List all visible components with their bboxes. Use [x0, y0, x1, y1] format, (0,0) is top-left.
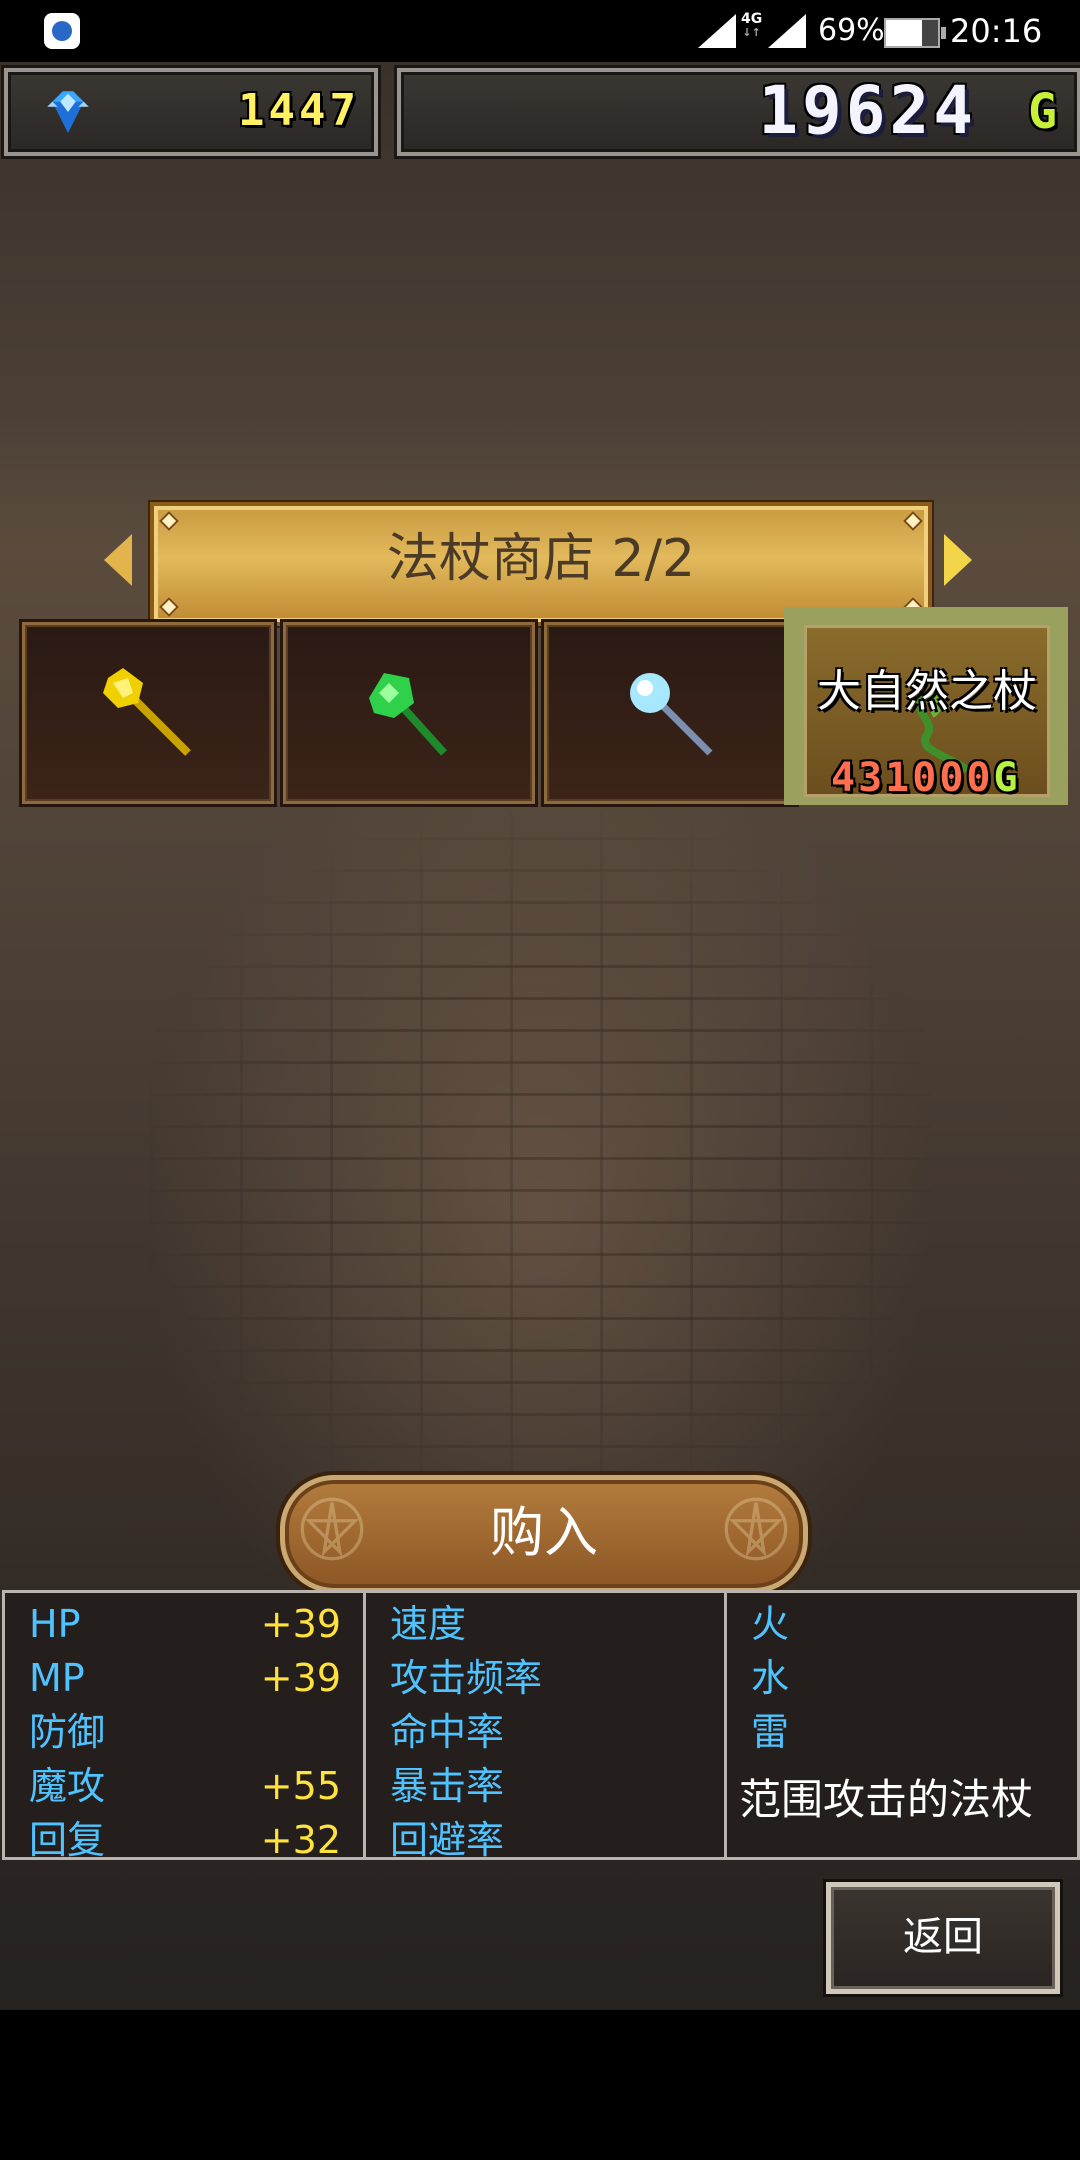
stat-row: MP +39: [29, 1651, 341, 1705]
stat-name: MP: [29, 1656, 85, 1700]
crystal-staff-icon: [630, 673, 713, 756]
battery-percent: 69%: [818, 13, 885, 48]
stat-row: 命中率: [390, 1705, 702, 1759]
stat-name: 命中率: [390, 1710, 505, 1754]
stat-row: 回避率: [390, 1813, 702, 1867]
brick-wall-background: [150, 812, 930, 1512]
stat-name: 速度: [390, 1602, 467, 1646]
stat-row: 攻击频率: [390, 1651, 702, 1705]
back-button-label: 返回: [903, 1914, 983, 1960]
stats-column-element: 范围攻击的法杖 火水雷: [727, 1593, 1077, 1857]
gem-count: 1447: [238, 85, 360, 136]
stats-column-combat: 速度攻击频率命中率暴击率回避率: [366, 1593, 727, 1862]
stat-value: +39: [260, 1602, 341, 1646]
next-page-arrow-icon[interactable]: [944, 534, 972, 586]
golden-staff-icon: [103, 668, 191, 756]
stat-row: 魔攻 +55: [29, 1759, 341, 1813]
stat-name: 雷: [751, 1710, 790, 1754]
stat-name: 回复: [29, 1818, 106, 1862]
selected-item-price: 431000G: [831, 755, 1021, 801]
stat-value: +39: [260, 1656, 341, 1700]
bottom-bar: [0, 2010, 1080, 2160]
prev-page-arrow-icon[interactable]: [104, 534, 132, 586]
gold-unit: G: [1028, 84, 1057, 140]
selected-item-name: 大自然之杖: [817, 666, 1037, 717]
item-slot-crystal-staff[interactable]: [544, 622, 796, 804]
stat-name: 火: [751, 1602, 790, 1646]
gold-count: 19624: [758, 72, 977, 149]
selected-slot-frame: 大自然之杖 431000G: [804, 625, 1050, 801]
stat-row: 火: [751, 1597, 1055, 1651]
stat-value: +32: [260, 1818, 341, 1862]
gem-counter-panel: 1447: [4, 68, 378, 156]
stat-name: 暴击率: [390, 1764, 505, 1808]
item-slot-emerald-staff[interactable]: [283, 622, 535, 804]
shop-title: 法杖商店 2/2: [386, 529, 696, 589]
stat-row: 防御: [29, 1705, 341, 1759]
stat-row: 回复 +32: [29, 1813, 341, 1867]
stat-row: 雷: [751, 1705, 1055, 1759]
game-screen: 1447 19624 G 法杖商店 2/2 大自然之杖 431000G 购入 H…: [0, 62, 1080, 2010]
gold-counter-panel: 19624 G: [397, 68, 1080, 156]
item-slot-golden-staff[interactable]: [22, 622, 274, 804]
stat-row: HP +39: [29, 1597, 341, 1651]
stat-name: HP: [29, 1602, 81, 1646]
stat-name: 回避率: [390, 1818, 505, 1862]
diamond-icon: [47, 91, 89, 133]
rivet-icon: [159, 597, 179, 617]
stat-value: +55: [260, 1764, 341, 1808]
cell-signal-2-icon: [768, 14, 806, 48]
back-button[interactable]: 返回: [826, 1882, 1060, 1994]
item-slot-nature-staff-selected[interactable]: 大自然之杖 431000G: [784, 607, 1068, 805]
app-notification-icon: [44, 13, 80, 49]
buy-button-label: 购入: [490, 1501, 598, 1564]
clock: 20:16: [950, 12, 1043, 50]
buy-button[interactable]: 购入: [280, 1475, 808, 1593]
emerald-staff-icon: [369, 673, 447, 756]
stats-column-base: HP +39 MP +39 防御魔攻 +55 回复 +32: [5, 1593, 366, 1862]
stat-row: 水: [751, 1651, 1055, 1705]
battery-icon: [884, 18, 946, 48]
status-bar: 4G ↓↑ 69% 20:16: [0, 0, 1080, 62]
stat-row: 速度: [390, 1597, 702, 1651]
network-type-4g: 4G ↓↑: [741, 11, 763, 39]
item-stats-panel: HP +39 MP +39 防御魔攻 +55 回复 +32 速度攻击频率命中率暴击率回避率 范…: [2, 1590, 1080, 1862]
stat-row: 暴击率: [390, 1759, 702, 1813]
stat-name: 魔攻: [29, 1764, 106, 1808]
stat-name: 水: [751, 1656, 790, 1700]
item-description: 范围攻击的法杖: [739, 1775, 1034, 1824]
cell-signal-icon: [698, 14, 736, 48]
stat-name: 攻击频率: [390, 1656, 543, 1700]
stat-name: 防御: [29, 1710, 106, 1754]
